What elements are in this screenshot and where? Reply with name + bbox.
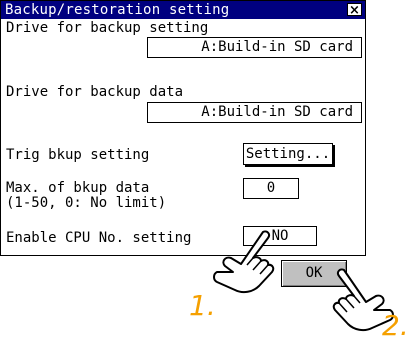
backup-setting-drive-label: Drive for backup setting: [6, 20, 209, 36]
trig-bkup-setting-button[interactable]: Setting...: [243, 143, 333, 165]
backup-data-drive-field[interactable]: A:Build-in SD card: [147, 102, 362, 123]
pointing-hand-icon: [213, 230, 275, 294]
step-2-label: 2.: [382, 309, 408, 342]
enable-cpu-label: Enable CPU No. setting: [6, 230, 192, 246]
dialog-titlebar: Backup/restoration setting ×: [1, 1, 365, 19]
step-1-label: 1.: [189, 289, 216, 322]
close-button[interactable]: ×: [347, 3, 362, 17]
max-bkup-label-line1: Max. of bkup data: [6, 180, 150, 196]
max-bkup-label-line2: (1-50, 0: No limit): [6, 195, 167, 211]
backup-restoration-dialog: Backup/restoration setting × Drive for b…: [0, 0, 366, 256]
trig-bkup-label: Trig bkup setting: [6, 147, 150, 163]
dialog-title: Backup/restoration setting: [5, 2, 230, 18]
backup-setting-drive-field[interactable]: A:Build-in SD card: [147, 37, 362, 58]
backup-data-drive-label: Drive for backup data: [6, 84, 184, 100]
max-bkup-input[interactable]: 0: [243, 178, 299, 199]
